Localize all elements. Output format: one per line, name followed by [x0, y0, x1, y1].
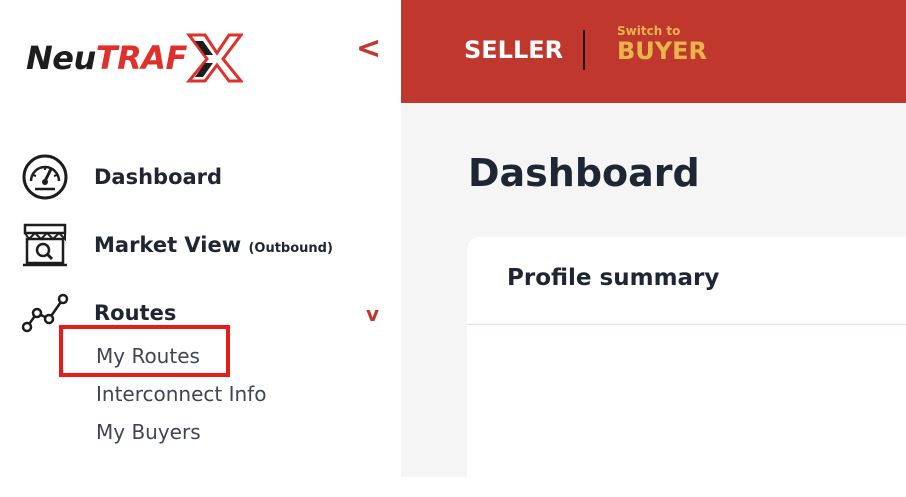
profile-summary-card: Profile summary — [467, 237, 906, 497]
sidebar-item-label: Market View (Outbound) — [94, 233, 333, 257]
mode-divider — [583, 30, 585, 70]
main-content: Dashboard Profile summary — [401, 103, 906, 497]
sidebar-item-dashboard[interactable]: Dashboard — [20, 152, 222, 202]
submenu-item-my-routes[interactable]: My Routes — [96, 344, 200, 368]
sidebar-collapse-button[interactable]: < — [356, 34, 381, 64]
page-title: Dashboard — [468, 151, 700, 195]
buyer-label: BUYER — [617, 37, 708, 65]
submenu-item-interconnect-info[interactable]: Interconnect Info — [96, 382, 266, 406]
logo-text-traf: TRAF — [95, 39, 188, 77]
market-store-icon — [20, 220, 70, 270]
market-view-label: Market View — [94, 233, 242, 257]
routes-expand-chevron-icon[interactable]: v — [366, 302, 379, 326]
sidebar-item-market-view[interactable]: Market View (Outbound) — [20, 220, 333, 270]
switch-to-buyer-button[interactable]: Switch to BUYER — [617, 24, 707, 64]
top-bar: SELLER Switch to BUYER — [401, 0, 906, 103]
sidebar-item-label: Routes — [94, 301, 177, 325]
sidebar: Neu TRAF < Dashboard Market View (Outbou… — [0, 0, 402, 477]
card-divider — [467, 324, 906, 325]
market-view-sub-label: (Outbound) — [248, 241, 333, 256]
submenu-item-my-buyers[interactable]: My Buyers — [96, 420, 201, 444]
logo-x-mark-icon — [185, 33, 243, 83]
logo-text-neu: Neu — [26, 39, 96, 77]
seller-mode-button[interactable]: SELLER — [464, 36, 563, 64]
sidebar-item-label: Dashboard — [94, 165, 223, 189]
switch-to-label: Switch to — [617, 24, 681, 38]
sidebar-item-routes[interactable]: Routes — [20, 288, 176, 338]
routes-graph-icon — [20, 288, 70, 338]
speedometer-icon — [20, 152, 70, 202]
neutrafix-logo[interactable]: Neu TRAF — [26, 30, 243, 86]
card-title: Profile summary — [507, 265, 720, 291]
